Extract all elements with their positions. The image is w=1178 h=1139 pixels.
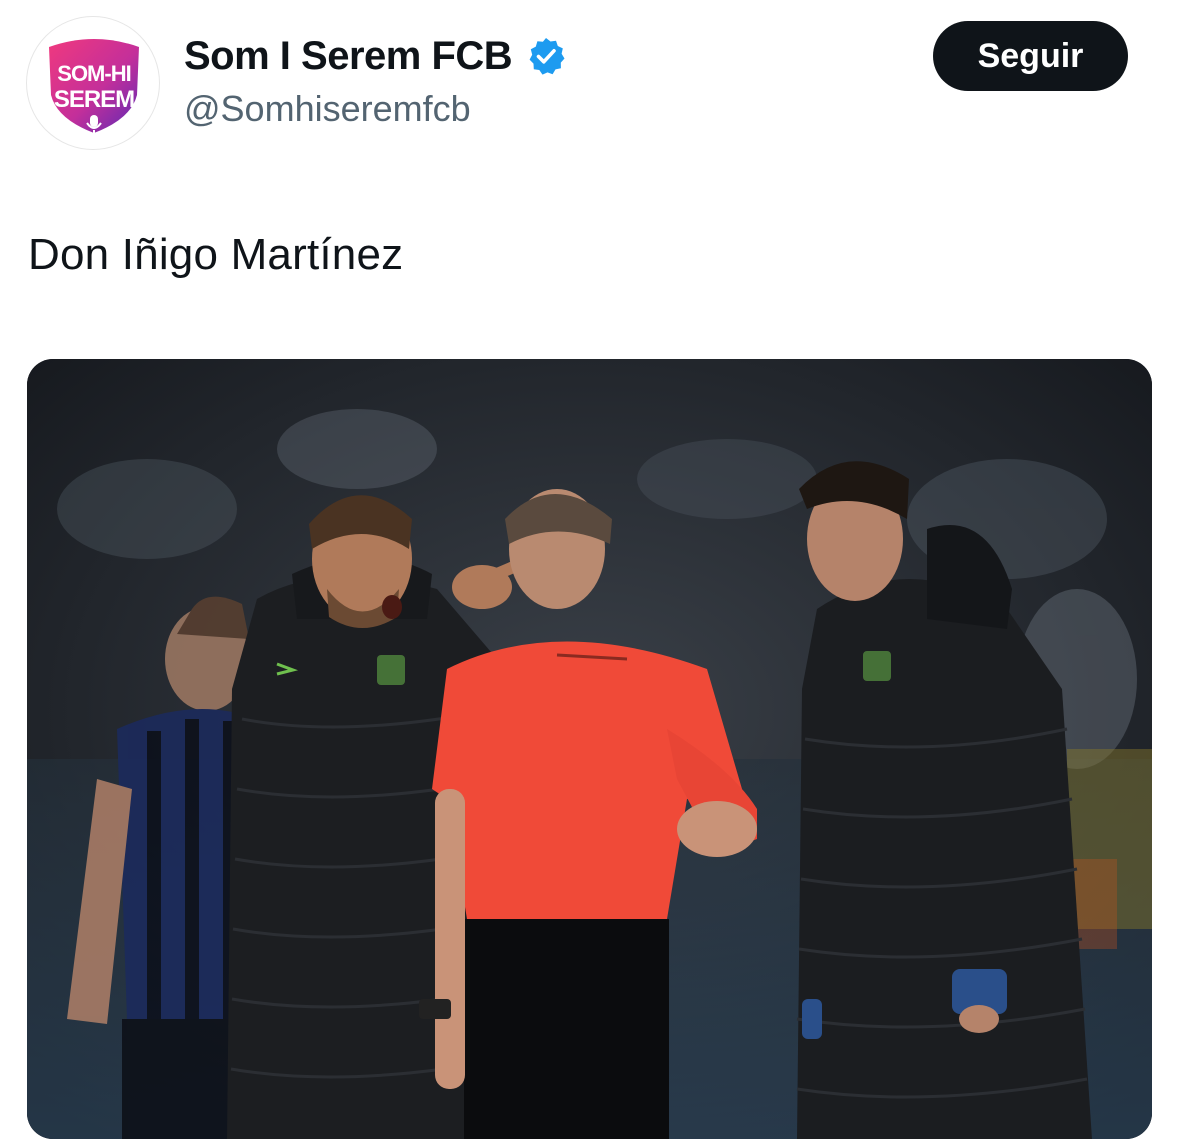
photo-scene: [27, 359, 1152, 1139]
avatar-text-line2: SEREM: [54, 86, 134, 113]
display-name-text: Som I Serem FCB: [184, 33, 513, 78]
follow-button[interactable]: Seguir: [933, 21, 1128, 91]
avatar-logo: SOM-HI SEREM: [49, 39, 139, 135]
avatar-text-line1: SOM-HI: [57, 61, 130, 86]
avatar[interactable]: SOM-HI SEREM: [26, 16, 160, 150]
display-name[interactable]: Som I Serem FCB: [184, 30, 566, 82]
handle[interactable]: @Somhiseremfcb: [184, 88, 471, 130]
tweet-text: Don Iñigo Martínez: [28, 230, 404, 279]
tweet-photo[interactable]: [27, 359, 1152, 1139]
verified-badge-icon: [529, 38, 565, 75]
